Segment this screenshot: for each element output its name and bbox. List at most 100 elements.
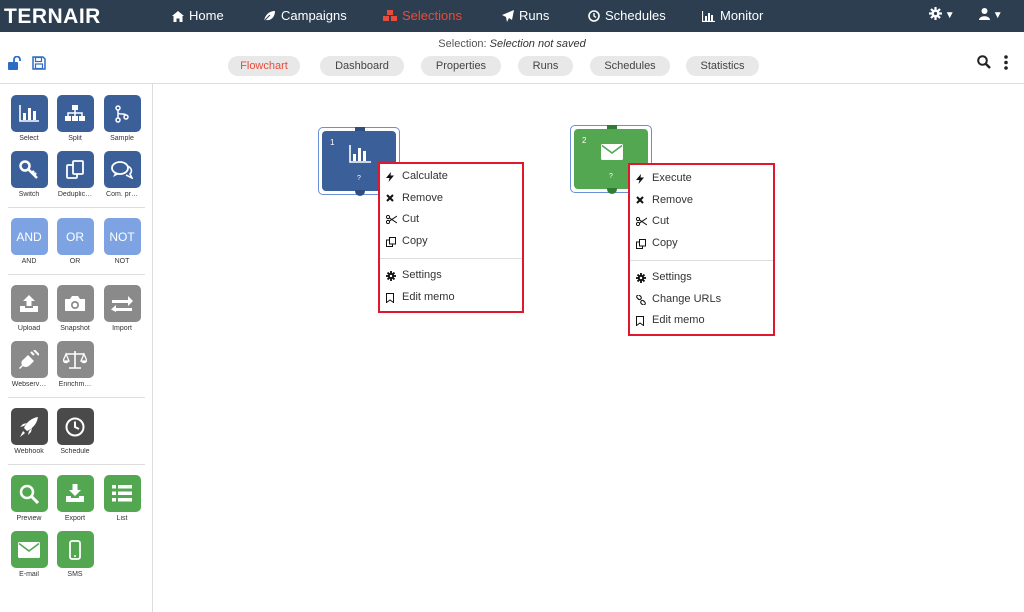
palette-item-import[interactable]: Import [99,285,145,332]
palette-item-webservice[interactable]: Webserv… [6,341,52,388]
branch-icon [115,104,129,123]
menu-item-execute[interactable]: Execute [630,168,773,190]
tab-flowchart[interactable]: Flowchart [228,56,300,76]
tab-runs[interactable]: Runs [518,56,573,76]
unlock-icon[interactable] [8,55,21,75]
gear-icon [929,7,942,20]
palette-label: Switch [18,191,40,198]
menu-item-label: Edit memo [652,314,705,326]
palette-label: Preview [16,515,42,522]
sitemap-icon [65,105,85,121]
home-icon [172,11,184,22]
menu-item-label: Settings [402,269,442,281]
node-output-handle[interactable] [607,188,617,194]
palette-item-upload[interactable]: Upload [6,285,52,332]
palette-item-webhook[interactable]: Webhook [6,408,52,455]
balance-scale-icon [63,350,87,369]
palette-label: Snapshot [60,325,90,332]
palette-item-sample[interactable]: Sample [99,95,145,142]
nav-label: Schedules [605,8,666,23]
palette-item-select[interactable]: Select [6,95,52,142]
menu-item-remove[interactable]: Remove [380,188,522,210]
save-icon[interactable] [32,56,46,75]
tab-statistics[interactable]: Statistics [686,56,759,76]
palette-item-snapshot[interactable]: Snapshot [52,285,98,332]
paper-plane-icon [502,10,514,22]
palette-divider [8,274,145,275]
menu-item-settings[interactable]: Settings [380,265,522,287]
tab-dashboard[interactable]: Dashboard [320,56,404,76]
palette-item-com-pr[interactable]: Com. pr… [99,151,145,198]
menu-item-copy[interactable]: Copy [380,231,522,253]
palette-item-enrichment[interactable]: Enrichm… [52,341,98,388]
settings-menu[interactable]: ▼ [929,0,955,32]
nav-item-campaigns[interactable]: Campaigns [263,0,347,32]
menu-item-label: Calculate [402,170,448,182]
envelope-icon [601,144,623,160]
menu-item-cut[interactable]: Cut [630,211,773,233]
bar-chart-icon [19,105,39,122]
palette-item-or[interactable]: OR OR [52,218,98,265]
upload-icon [20,294,38,312]
nav-item-selections[interactable]: Selections [383,0,462,32]
palette-item-export[interactable]: Export [52,475,98,522]
menu-item-edit-memo[interactable]: Edit memo [380,287,522,309]
scissors-icon [386,215,397,224]
menu-item-copy[interactable]: Copy [630,233,773,255]
menu-item-cut[interactable]: Cut [380,209,522,231]
node-number: 2 [582,136,587,145]
user-menu[interactable]: ▼ [979,0,1003,32]
node-number: 1 [330,138,335,147]
menu-item-label: Settings [652,271,692,283]
palette-item-schedule[interactable]: Schedule [52,408,98,455]
palette-divider [8,207,145,208]
nav-item-home[interactable]: Home [172,0,224,32]
bolt-icon [386,172,394,182]
flowchart-canvas[interactable]: 1 ? 2 ? Calculate Remove Cut Copy Settin… [154,84,1024,612]
palette-label: Webserv… [11,381,47,388]
gear-icon [636,273,646,283]
palette-item-preview[interactable]: Preview [6,475,52,522]
node-output-handle[interactable] [355,190,365,196]
chevron-down-icon: ▼ [944,10,955,21]
rocket-icon [20,416,38,437]
palette-item-list[interactable]: List [99,475,145,522]
search-icon[interactable] [977,55,991,74]
palette-label: Split [68,135,82,142]
nav-item-monitor[interactable]: Monitor [701,0,763,32]
menu-item-remove[interactable]: Remove [630,190,773,212]
bar-chart-icon [701,11,715,23]
menu-item-label: Change URLs [652,292,722,305]
app-logo[interactable]: TERNAIR [4,5,101,29]
menu-item-label: Cut [652,215,670,227]
palette-item-deduplicate[interactable]: Deduplic… [52,151,98,198]
palette-item-sms[interactable]: SMS [52,531,98,578]
selection-status-value: Selection not saved [489,38,586,50]
exchange-icon [111,295,133,312]
bolt-icon [636,174,644,184]
palette-item-not[interactable]: NOT NOT [99,218,145,265]
palette-item-switch[interactable]: Switch [6,151,52,198]
more-vertical-icon[interactable] [1004,55,1008,75]
tab-properties[interactable]: Properties [421,56,501,76]
tab-schedules[interactable]: Schedules [590,56,670,76]
palette-label: Import [112,325,132,332]
menu-item-settings[interactable]: Settings [630,267,773,289]
menu-item-calculate[interactable]: Calculate [380,166,522,188]
menu-item-edit-memo[interactable]: Edit memo [630,310,773,332]
palette-label: Sample [110,135,134,142]
menu-item-change-urls[interactable]: Change URLs [630,289,773,311]
times-icon [386,193,394,202]
palette-label: Schedule [60,448,90,455]
copy-icon [386,236,396,247]
camera-icon [65,296,85,311]
key-icon [19,159,38,179]
nav-item-runs[interactable]: Runs [502,0,549,32]
palette-item-email[interactable]: E-mail [6,531,52,578]
top-navbar: TERNAIR Home Campaigns Selections Runs S… [0,0,1024,32]
or-glyph: OR [56,218,94,255]
nav-item-schedules[interactable]: Schedules [588,0,666,32]
palette-item-and[interactable]: AND AND [6,218,52,265]
palette-item-split[interactable]: Split [52,95,98,142]
link-icon [636,294,646,305]
